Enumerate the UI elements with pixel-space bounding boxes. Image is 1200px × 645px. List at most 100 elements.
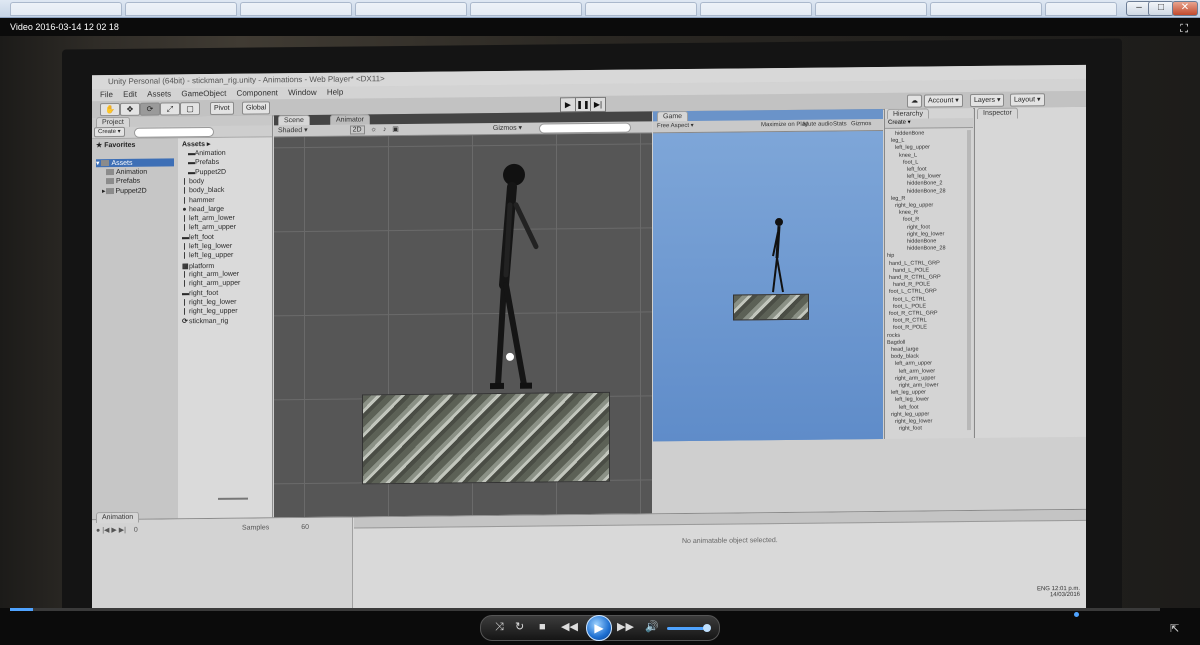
hierarchy-item[interactable]: leg_L (891, 138, 904, 144)
asset-item[interactable]: | right_leg_lower (182, 299, 237, 307)
tab[interactable] (815, 2, 927, 16)
asset-item[interactable]: | right_arm_upper (182, 280, 241, 288)
asset-item[interactable]: ▬ right_foot (182, 289, 218, 296)
tree-puppet2d[interactable]: ▸ Puppet2D (102, 187, 147, 195)
volume-slider[interactable] (667, 627, 705, 630)
step-icon[interactable]: ▶| (590, 96, 606, 113)
asset-item[interactable]: ▦ platform (182, 262, 214, 270)
hierarchy-item[interactable]: knee_R (899, 210, 918, 216)
tab[interactable] (1045, 2, 1117, 16)
hierarchy-item[interactable]: left_arm_upper (895, 361, 932, 367)
tab-animation[interactable]: Animation (96, 511, 140, 524)
tree-prefabs[interactable]: Prefabs (106, 178, 140, 185)
fullscreen-icon[interactable]: ⛶ (1180, 23, 1188, 36)
platform-sprite[interactable] (362, 391, 610, 485)
hierarchy-item[interactable]: hiddenBone_28 (907, 245, 946, 251)
menu-component[interactable]: Component (237, 88, 278, 97)
tab[interactable] (240, 2, 352, 16)
hierarchy-item[interactable]: foot_L_CTRL_GRP (889, 289, 937, 295)
hierarchy-item[interactable]: right_arm_upper (895, 375, 935, 381)
asset-item[interactable]: | left_leg_upper (182, 252, 234, 260)
pivot-toggle[interactable]: Pivot (210, 101, 234, 116)
asset-item[interactable]: | right_arm_lower (182, 271, 240, 279)
hierarchy-item[interactable]: right_foot (899, 426, 922, 432)
hierarchy-item[interactable]: hand_L_CTRL_GRP (889, 260, 940, 267)
global-toggle[interactable]: Global (242, 101, 271, 115)
tab[interactable] (700, 2, 812, 16)
zoom-slider[interactable] (218, 497, 248, 500)
hand-tool-icon[interactable]: ✋ (100, 102, 120, 117)
asset-item[interactable]: | body_black (182, 187, 225, 194)
play-icon[interactable]: ▶ (560, 97, 576, 113)
hierarchy-item[interactable]: hand_L_POLE (893, 267, 929, 273)
menu-edit[interactable]: Edit (123, 90, 137, 99)
hierarchy-item[interactable]: right_leg_lower (907, 231, 944, 237)
menu-window[interactable]: Window (288, 88, 316, 97)
hierarchy-item[interactable]: foot_R_POLE (893, 325, 927, 331)
asset-item[interactable]: ▬ Prefabs (188, 159, 219, 166)
cloud-icon[interactable]: ☁ (907, 94, 922, 108)
hierarchy-item[interactable]: left_arm_lower (899, 368, 935, 374)
mute-audio-toggle[interactable]: Mute audio (803, 119, 833, 130)
hierarchy-item[interactable]: right_leg_upper (895, 202, 933, 208)
hierarchy-item[interactable]: right_arm_lower (899, 382, 938, 388)
game-view[interactable] (653, 130, 883, 442)
tree-animation[interactable]: Animation (106, 169, 147, 176)
hierarchy-item[interactable]: left_foot (899, 404, 919, 410)
hierarchy-item[interactable]: head_large (891, 347, 919, 353)
asset-item[interactable]: ● head_large (182, 206, 224, 213)
asset-item[interactable]: ⟳ stickman_rig (182, 317, 228, 325)
hierarchy-item[interactable]: hiddenBone (907, 238, 936, 244)
project-search-input[interactable] (134, 126, 214, 138)
asset-item[interactable]: | hammer (182, 196, 215, 203)
hierarchy-item[interactable]: body_black (891, 354, 919, 360)
stop-icon[interactable]: ■ (539, 620, 546, 634)
hierarchy-item[interactable]: foot_R_CTRL (893, 318, 927, 324)
layers-dropdown[interactable]: Layers ▾ (970, 93, 1005, 108)
seek-bar[interactable] (10, 608, 1160, 611)
mode-2d-toggle[interactable]: 2D (349, 125, 365, 135)
rect-tool-icon[interactable]: ▢ (180, 102, 200, 116)
menu-gameobject[interactable]: GameObject (181, 89, 226, 98)
previous-icon[interactable]: ◀◀ (561, 620, 578, 634)
audio-icon[interactable]: ♪ (383, 126, 387, 133)
asset-item[interactable]: ▬ Animation (188, 150, 226, 157)
hierarchy-item[interactable]: hiddenBone_2 (907, 181, 942, 187)
tab[interactable] (930, 2, 1042, 16)
tab[interactable] (585, 2, 697, 16)
asset-item[interactable]: | body (182, 178, 205, 185)
maximize-on-play-toggle[interactable]: Maximize on Play (761, 120, 808, 131)
hierarchy-create-dropdown[interactable]: Create ▾ (888, 120, 911, 126)
hierarchy-item[interactable]: hand_R_POLE (893, 282, 930, 288)
layout-dropdown[interactable]: Layout ▾ (1010, 93, 1045, 107)
menu-file[interactable]: File (100, 90, 113, 99)
project-create-dropdown[interactable]: Create ▾ (94, 126, 125, 138)
volume-knob[interactable] (703, 624, 711, 632)
hierarchy-scrollbar[interactable] (967, 130, 971, 431)
scene-view[interactable] (274, 133, 652, 518)
move-tool-icon[interactable]: ✥ (120, 102, 140, 116)
repeat-icon[interactable]: ↻ (515, 620, 524, 634)
next-icon[interactable]: ▶▶ (617, 620, 634, 634)
frame-field[interactable]: 0 (134, 527, 138, 534)
hierarchy-item[interactable]: right_leg_upper (891, 411, 929, 417)
hierarchy-item[interactable]: hiddenBone_28 (907, 188, 946, 194)
tab[interactable] (470, 2, 582, 16)
aspect-dropdown[interactable]: Free Aspect ▾ (657, 123, 694, 129)
hierarchy-item[interactable]: hand_R_CTRL_GRP (889, 274, 941, 281)
pivot-handle-icon[interactable] (506, 352, 514, 361)
tab[interactable] (355, 2, 467, 16)
favorites-item[interactable]: ★ Favorites (96, 141, 135, 149)
hierarchy-item[interactable]: left_leg_lower (907, 174, 941, 180)
gizmos-dropdown[interactable]: Gizmos ▾ (493, 125, 522, 132)
asset-item[interactable]: | right_leg_upper (182, 308, 238, 316)
tab[interactable] (10, 2, 122, 16)
asset-item[interactable]: | left_leg_lower (182, 243, 233, 251)
asset-item[interactable]: | left_arm_lower (182, 215, 235, 223)
volume-icon[interactable]: 🔊 (645, 620, 659, 634)
light-icon[interactable]: ☼ (370, 126, 376, 133)
asset-item[interactable]: ▬ Puppet2D (188, 168, 226, 175)
menu-assets[interactable]: Assets (147, 89, 171, 98)
asset-item[interactable]: | left_arm_upper (182, 224, 237, 232)
hierarchy-item[interactable]: left_foot (907, 166, 927, 172)
